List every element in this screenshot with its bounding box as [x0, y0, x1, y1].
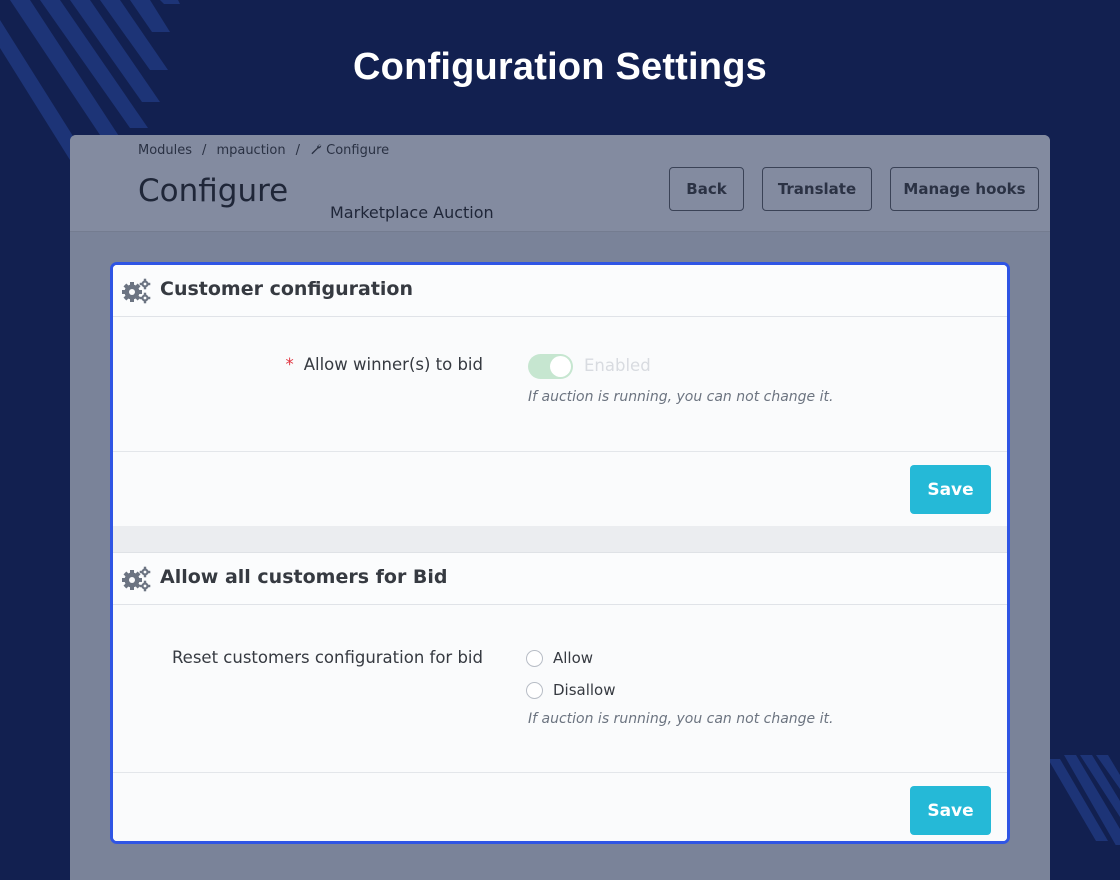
radio-allow-label: Allow [553, 649, 594, 667]
panel-title: Allow all customers for Bid [160, 566, 448, 588]
panel-footer: Save [113, 451, 1007, 526]
translate-button[interactable]: Translate [762, 167, 872, 211]
toggle-knob [550, 356, 571, 377]
panel-heading: Allow all customers for Bid [113, 553, 1007, 605]
breadcrumb-configure-label: Configure [326, 143, 390, 158]
wrench-icon [311, 144, 322, 155]
panel-heading: Customer configuration [113, 265, 1007, 317]
toggle-state-label: Enabled [584, 356, 651, 375]
allow-winners-toggle[interactable] [528, 354, 573, 379]
allow-winners-label-text: Allow winner(s) to bid [303, 355, 483, 374]
help-text: If auction is running, you can not chang… [528, 711, 834, 727]
breadcrumb-separator: / [295, 143, 300, 158]
breadcrumb-configure: Configure [310, 143, 389, 158]
save-button[interactable]: Save [910, 786, 991, 835]
panel-footer: Save [113, 772, 1007, 841]
save-button[interactable]: Save [910, 465, 991, 514]
module-name: Marketplace Auction [330, 203, 494, 222]
breadcrumb: Modules / mpauction / Configure [138, 143, 389, 158]
required-marker: * [285, 355, 294, 374]
back-button[interactable]: Back [669, 167, 744, 211]
decorative-stripes-bottom-right [1048, 755, 1120, 845]
radio-disallow-label: Disallow [553, 681, 616, 699]
radio-disallow[interactable]: Disallow [526, 681, 616, 699]
breadcrumb-modules[interactable]: Modules [138, 143, 192, 158]
allow-winners-label: * Allow winner(s) to bid [285, 355, 483, 374]
help-text: If auction is running, you can not chang… [528, 389, 834, 405]
manage-hooks-button[interactable]: Manage hooks [890, 167, 1039, 211]
breadcrumb-separator: / [202, 143, 207, 158]
allow-all-customers-panel: Allow all customers for Bid Reset custom… [113, 552, 1007, 841]
highlighted-config-area: Customer configuration * Allow winner(s) … [110, 262, 1010, 844]
cogs-icon [122, 278, 151, 304]
page-header: Modules / mpauction / Configure Configur… [70, 135, 1050, 232]
radio-allow[interactable]: Allow [526, 649, 593, 667]
radio-button[interactable] [526, 681, 543, 699]
page-title: Configure [138, 173, 289, 209]
reset-customers-label: Reset customers configuration for bid [171, 648, 483, 667]
banner-title: Configuration Settings [353, 46, 767, 88]
radio-button[interactable] [526, 649, 543, 667]
breadcrumb-mpauction[interactable]: mpauction [216, 143, 285, 158]
panel-title: Customer configuration [160, 278, 414, 300]
cogs-icon [122, 566, 151, 592]
customer-configuration-panel: Customer configuration * Allow winner(s) … [113, 265, 1007, 526]
